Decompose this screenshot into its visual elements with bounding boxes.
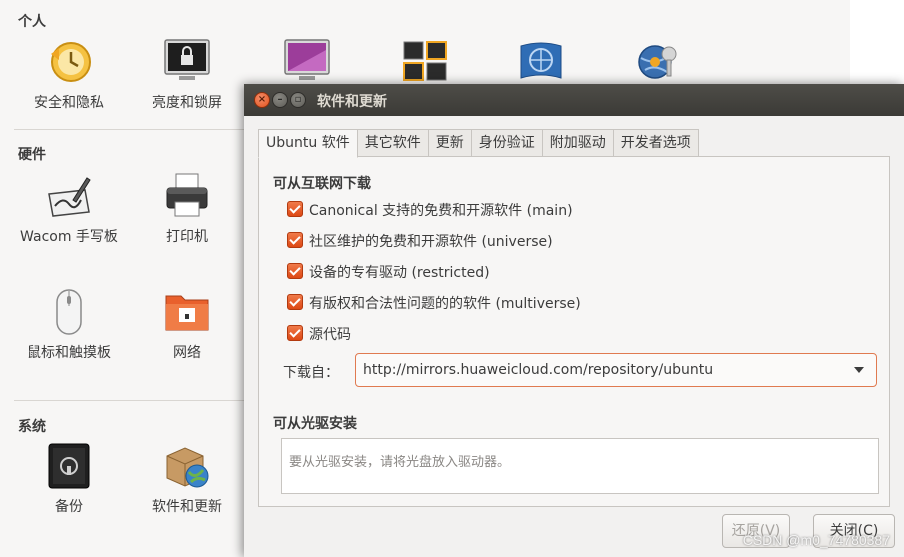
tile-label: 备份	[55, 499, 83, 515]
tile-software-updates[interactable]: 软件和更新	[132, 442, 242, 518]
window-close-button[interactable]: ×	[254, 92, 270, 108]
checkbox-checked-icon[interactable]	[287, 201, 303, 217]
tab-developer-options[interactable]: 开发者选项	[613, 129, 699, 158]
tile-label: 鼠标和触摸板	[27, 345, 111, 361]
mouse-icon	[45, 288, 93, 336]
workspaces-icon	[401, 38, 449, 86]
window-maximize-button[interactable]: ▫	[290, 92, 306, 108]
tile-label: 软件和更新	[152, 499, 222, 515]
checkbox-universe[interactable]: 社区维护的免费和开源软件 (universe)	[287, 232, 553, 252]
checkbox-checked-icon[interactable]	[287, 325, 303, 341]
checkbox-multiverse[interactable]: 有版权和合法性问题的的软件 (multiverse)	[287, 294, 581, 314]
brightness-lock-icon	[163, 38, 211, 86]
dialog-title: 软件和更新	[317, 94, 387, 110]
tab-panel: 可从互联网下载 Canonical 支持的免费和开源软件 (main) 社区维护…	[258, 156, 890, 507]
download-from-label: 下载自：	[283, 365, 339, 381]
checkbox-label: 有版权和合法性问题的的软件 (multiverse)	[309, 296, 581, 312]
software-updates-dialog: × – ▫ 软件和更新 Ubuntu 软件 其它软件 更新 身份验证 附加驱动 …	[244, 84, 904, 557]
watermark: CSDN @m0_74780387	[742, 532, 890, 548]
tile-mouse-touchpad[interactable]: 鼠标和触摸板	[14, 288, 124, 364]
internet-heading: 可从互联网下载	[273, 176, 371, 192]
cdrom-list[interactable]: 要从光驱安装，请将光盘放入驱动器。	[281, 438, 879, 494]
tile-label: 安全和隐私	[34, 95, 104, 111]
checkbox-source-code[interactable]: 源代码	[287, 325, 351, 345]
appearance-icon	[283, 38, 331, 86]
checkbox-label: 源代码	[309, 327, 351, 343]
section-hardware-title: 硬件	[18, 147, 46, 163]
chevron-down-icon	[854, 367, 864, 373]
network-icon	[163, 288, 211, 336]
checkbox-restricted[interactable]: 设备的专有驱动 (restricted)	[287, 263, 490, 283]
download-server-select[interactable]: http://mirrors.huaweicloud.com/repositor…	[355, 353, 877, 387]
tab-additional-drivers[interactable]: 附加驱动	[542, 129, 614, 158]
window-minimize-button[interactable]: –	[272, 92, 288, 108]
tab-authentication[interactable]: 身份验证	[471, 129, 543, 158]
checkbox-main[interactable]: Canonical 支持的免费和开源软件 (main)	[287, 201, 573, 221]
tile-network[interactable]: 网络	[132, 288, 242, 364]
checkbox-label: 社区维护的免费和开源软件 (universe)	[309, 234, 553, 250]
tile-label: 打印机	[166, 229, 208, 245]
tile-wacom[interactable]: Wacom 手写板	[14, 172, 124, 248]
software-updates-icon	[163, 442, 211, 490]
tile-label: Wacom 手写板	[20, 229, 118, 245]
tile-label: 亮度和锁屏	[152, 95, 222, 111]
maximize-icon: ▫	[294, 94, 302, 105]
minimize-icon: –	[277, 94, 283, 105]
printer-icon	[163, 172, 211, 220]
tab-other-software[interactable]: 其它软件	[357, 129, 429, 158]
online-accounts-icon	[635, 38, 683, 86]
tab-updates[interactable]: 更新	[428, 129, 472, 158]
close-icon: ×	[257, 94, 267, 105]
tab-bar: Ubuntu 软件 其它软件 更新 身份验证 附加驱动 开发者选项	[258, 129, 699, 158]
language-icon	[517, 38, 565, 86]
tile-label: 网络	[173, 345, 201, 361]
wacom-tablet-icon	[45, 172, 93, 220]
cdrom-heading: 可从光驱安装	[273, 416, 357, 432]
checkbox-checked-icon[interactable]	[287, 232, 303, 248]
security-privacy-icon	[45, 38, 93, 86]
dialog-titlebar[interactable]: × – ▫ 软件和更新	[244, 84, 904, 116]
checkbox-checked-icon[interactable]	[287, 263, 303, 279]
download-server-value: http://mirrors.huaweicloud.com/repositor…	[363, 362, 714, 378]
tab-ubuntu-software[interactable]: Ubuntu 软件	[258, 129, 358, 158]
tile-printer[interactable]: 打印机	[132, 172, 242, 248]
tile-brightness-lock[interactable]: 亮度和锁屏	[132, 38, 242, 114]
checkbox-label: 设备的专有驱动 (restricted)	[309, 265, 490, 281]
section-personal-title: 个人	[18, 14, 46, 30]
section-system-title: 系统	[18, 419, 46, 435]
tile-security-privacy[interactable]: 安全和隐私	[14, 38, 124, 114]
cdrom-message: 要从光驱安装，请将光盘放入驱动器。	[289, 455, 511, 470]
tile-backup[interactable]: 备份	[14, 442, 124, 518]
checkbox-label: Canonical 支持的免费和开源软件 (main)	[309, 203, 573, 219]
backup-icon	[45, 442, 93, 490]
checkbox-checked-icon[interactable]	[287, 294, 303, 310]
